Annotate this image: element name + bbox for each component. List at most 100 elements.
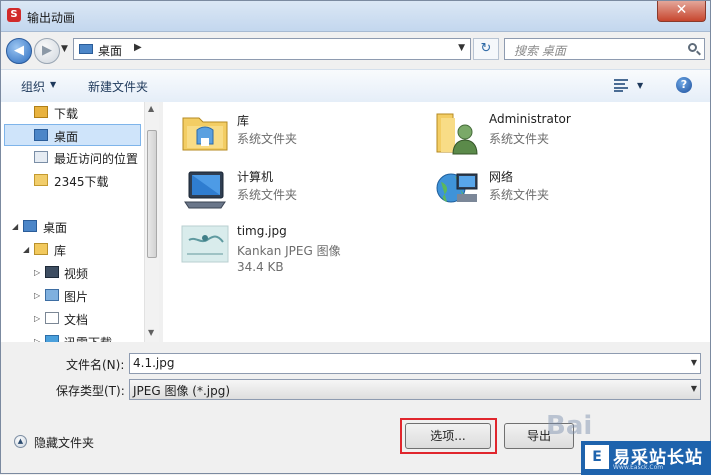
view-dropdown-icon[interactable]: ▼ — [637, 81, 643, 90]
file-list: 库 系统文件夹 Administrator 系统文件夹 计算机 系统文件夹 网络… — [163, 102, 710, 342]
sidebar-item-downloads[interactable]: 下载 — [1, 102, 141, 124]
sidebar-item-label: 文档 — [64, 313, 89, 327]
sidebar-item-label: 桌面 — [54, 130, 79, 144]
filename-value[interactable]: 4.1.jpg — [133, 356, 174, 370]
sidebar-item-recent[interactable]: 最近访问的位置 — [1, 147, 141, 169]
sidebar-item-desktop[interactable]: 桌面 — [4, 124, 141, 146]
search-placeholder: 搜索 桌面 — [514, 44, 566, 58]
new-folder-button[interactable]: 新建文件夹 — [88, 78, 148, 95]
list-item[interactable]: 计算机 系统文件夹 — [181, 164, 431, 220]
item-type: 系统文件夹 — [489, 188, 550, 202]
collapse-icon[interactable]: ◢ — [23, 245, 29, 254]
list-item[interactable]: 网络 系统文件夹 — [433, 164, 683, 220]
hide-folders-button[interactable]: 隐藏文件夹 — [34, 434, 94, 451]
sidebar-item-2345-downloads[interactable]: 2345下载 — [1, 170, 141, 192]
folder-icon — [34, 174, 48, 186]
address-dropdown-icon[interactable]: ▼ — [458, 43, 465, 53]
sidebar-item-label: 桌面 — [43, 221, 68, 235]
sidebar-item-documents[interactable]: ▷ 文档 — [1, 308, 141, 330]
recent-places-icon — [34, 151, 48, 163]
expand-icon[interactable]: ▷ — [34, 291, 40, 300]
search-input[interactable]: 搜索 桌面 — [504, 38, 705, 60]
network-icon — [436, 173, 478, 203]
expand-icon[interactable]: ▷ — [34, 314, 40, 323]
item-size: 34.4 KB — [237, 260, 284, 274]
address-bar[interactable]: 桌面 ▶ ▼ — [73, 38, 471, 60]
item-name: 库 — [237, 114, 250, 128]
filename-field[interactable]: 4.1.jpg ▼ — [129, 353, 701, 374]
sidebar-item-label: 图片 — [64, 290, 89, 304]
computer-icon — [184, 171, 226, 209]
scrollbar-thumb[interactable] — [147, 130, 157, 258]
navigation-pane: 下载 桌面 最近访问的位置 2345下载 ◢ 桌面 ◢ 库 ▷ 视频 ▷ 图片 … — [1, 102, 159, 342]
item-name: 计算机 — [237, 170, 274, 184]
desktop-icon — [79, 44, 93, 54]
list-item[interactable]: timg.jpg Kankan JPEG 图像 34.4 KB — [181, 220, 431, 280]
expand-icon[interactable]: ▷ — [34, 337, 40, 342]
filetype-label: 保存类型(T): — [56, 384, 125, 398]
desktop-icon — [23, 220, 37, 232]
item-type: 系统文件夹 — [237, 188, 298, 202]
command-toolbar: 组织 ▼ 新建文件夹 ▼ ? — [1, 69, 710, 103]
refresh-button[interactable]: ↻ — [473, 38, 499, 60]
change-view-icon[interactable] — [614, 79, 628, 92]
collapse-icon[interactable]: ◢ — [12, 222, 18, 231]
app-icon: S — [7, 8, 21, 22]
documents-library-icon — [45, 312, 59, 324]
site-watermark: E 易采站长站 Www.Easck.Com — [581, 441, 711, 475]
pictures-library-icon — [45, 289, 59, 301]
sidebar-item-libraries[interactable]: ◢ 库 — [1, 239, 141, 261]
navigation-scrollbar[interactable]: ▲ ▼ — [144, 102, 159, 342]
help-icon[interactable]: ? — [676, 77, 692, 93]
sidebar-item-videos[interactable]: ▷ 视频 — [1, 262, 141, 284]
scroll-down-icon[interactable]: ▼ — [148, 328, 154, 337]
download-folder-icon — [34, 106, 48, 118]
sidebar-item-pictures[interactable]: ▷ 图片 — [1, 285, 141, 307]
thunder-download-icon — [45, 335, 59, 342]
organize-button[interactable]: 组织 — [21, 78, 45, 95]
chevron-down-icon[interactable]: ▼ — [691, 384, 697, 393]
filename-label: 文件名(N): — [66, 358, 125, 372]
sidebar-item-label: 下载 — [54, 107, 79, 121]
list-item[interactable]: 库 系统文件夹 — [181, 108, 431, 164]
sidebar-item-label: 库 — [54, 244, 67, 258]
sidebar-item-label: 最近访问的位置 — [54, 152, 139, 166]
item-type: 系统文件夹 — [237, 132, 298, 146]
item-name: 网络 — [489, 170, 514, 184]
filetype-value: JPEG 图像 (*.jpg) — [133, 384, 231, 398]
highlight-annotation-box — [400, 418, 497, 454]
export-dialog: S 输出动画 ✕ ◀ ▶ ▼ 桌面 ▶ ▼ ↻ 搜索 桌面 组织 ▼ 新建文件夹… — [0, 0, 711, 475]
sidebar-item-thunder-downloads[interactable]: ▷ 迅雷下载 — [1, 331, 141, 342]
video-library-icon — [45, 266, 59, 278]
sidebar-item-label: 2345下载 — [54, 175, 109, 189]
sidebar-item-desktop-tree[interactable]: ◢ 桌面 — [1, 216, 141, 238]
close-button[interactable]: ✕ — [657, 1, 706, 22]
back-button[interactable]: ◀ — [6, 38, 32, 64]
search-icon[interactable] — [688, 43, 697, 52]
desktop-icon — [34, 129, 48, 141]
item-type: Kankan JPEG 图像 — [237, 244, 341, 258]
scroll-up-icon[interactable]: ▲ — [148, 104, 154, 113]
title-bar: S 输出动画 ✕ — [1, 1, 710, 32]
history-dropdown-icon[interactable]: ▼ — [61, 44, 68, 54]
item-name: timg.jpg — [237, 224, 287, 238]
site-logo-icon: E — [585, 445, 609, 469]
organize-dropdown-icon[interactable]: ▼ — [50, 80, 56, 89]
sidebar-item-label: 视频 — [64, 267, 89, 281]
baidu-watermark: Bai — [546, 411, 593, 441]
site-url: Www.Easck.Com — [613, 464, 664, 471]
navigation-bar: ◀ ▶ ▼ 桌面 ▶ ▼ ↻ 搜索 桌面 — [1, 32, 710, 68]
forward-button[interactable]: ▶ — [34, 38, 60, 64]
chevron-right-icon[interactable]: ▶ — [134, 42, 142, 53]
filetype-select[interactable]: JPEG 图像 (*.jpg) ▼ — [129, 379, 701, 400]
item-name: Administrator — [489, 112, 571, 126]
image-thumbnail-icon — [181, 225, 229, 263]
hide-folders-toggle-icon[interactable]: ▲ — [14, 435, 27, 448]
chevron-down-icon[interactable]: ▼ — [691, 358, 697, 367]
user-folder-icon — [436, 113, 478, 155]
library-icon — [34, 243, 48, 255]
list-item[interactable]: Administrator 系统文件夹 — [433, 108, 683, 164]
address-location[interactable]: 桌面 — [98, 42, 122, 59]
item-type: 系统文件夹 — [489, 132, 550, 146]
expand-icon[interactable]: ▷ — [34, 268, 40, 277]
